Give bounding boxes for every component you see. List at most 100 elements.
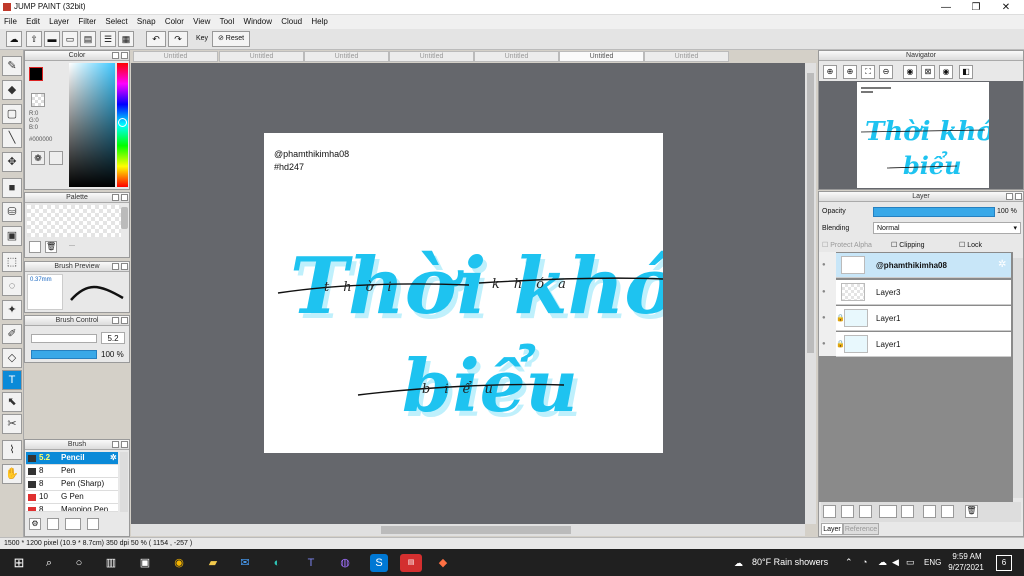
new-raster-layer-icon[interactable] <box>841 505 854 518</box>
menu-filter[interactable]: Filter <box>74 15 99 26</box>
panel-float-icon[interactable] <box>1006 193 1013 200</box>
panel-close-icon[interactable] <box>121 441 128 448</box>
navigator-preview-area[interactable]: Thời khóa biểu <box>819 81 1023 189</box>
brush-tool-icon[interactable]: ✎ <box>2 56 22 76</box>
jump-paint-taskbar-icon[interactable]: ▤ <box>400 554 422 572</box>
panel-close-icon[interactable] <box>121 263 128 270</box>
layer-row-layer1-a[interactable]: 🔒 Layer1 <box>836 306 1011 331</box>
brush-item-pen-sharp[interactable]: 8 Pen (Sharp) <box>26 478 118 491</box>
undo-icon[interactable]: ↶ <box>146 31 166 47</box>
folder-icon[interactable] <box>901 505 914 518</box>
tab-untitled-7[interactable]: Untitled <box>644 51 729 62</box>
brush-item-pen[interactable]: 8 Pen <box>26 465 118 478</box>
navigator-thumbnail[interactable]: Thời khóa biểu <box>857 82 1011 188</box>
redo-icon[interactable]: ↷ <box>168 31 188 47</box>
bucket-tool-icon[interactable]: ⛁ <box>2 202 22 222</box>
chat-icon[interactable]: ▬ <box>44 31 60 47</box>
menu-select[interactable]: Select <box>101 15 130 26</box>
operation-tool-icon[interactable]: ⬉ <box>2 392 22 412</box>
onedrive-icon[interactable]: ☁ <box>878 557 887 568</box>
search-icon[interactable]: ⌕ <box>40 554 58 572</box>
cloud-icon[interactable]: ☁ <box>6 31 22 47</box>
magic-wand-icon[interactable]: ✦ <box>2 300 22 320</box>
flip-icon[interactable]: ◧ <box>959 65 973 79</box>
panel-close-icon[interactable] <box>121 317 128 324</box>
lasso-icon[interactable]: ◌ <box>2 276 22 296</box>
drawing-canvas[interactable]: @phamthikimha08 #hd247 Thời khóa Thời kh… <box>264 133 663 453</box>
zoom-icon[interactable]: ⊕ <box>823 65 837 79</box>
weather-text[interactable]: 80°F Rain showers <box>752 557 828 567</box>
fill-rect-tool-icon[interactable]: ■ <box>2 178 22 198</box>
eye-icon[interactable]: ● <box>822 289 826 295</box>
brush-item-mapping-pen[interactable]: 8 Mapping Pen <box>26 504 118 512</box>
reset-button[interactable]: ⊘ Reset <box>212 31 250 47</box>
messenger-icon[interactable]: ◍ <box>336 554 354 572</box>
palette-swatches[interactable] <box>27 205 121 237</box>
clock-date[interactable]: 9/27/2021 <box>946 563 986 572</box>
edge-icon[interactable]: ◐ <box>268 554 286 572</box>
select-rect-icon[interactable]: ⬚ <box>2 252 22 272</box>
store-icon[interactable]: ▣ <box>136 554 154 572</box>
foreground-color-swatch[interactable] <box>29 67 43 81</box>
network-icon[interactable]: ◔ <box>862 557 867 567</box>
battery-icon[interactable]: ▭ <box>906 557 915 568</box>
menu-tool[interactable]: Tool <box>216 15 238 26</box>
new-layer-icon[interactable] <box>823 505 836 518</box>
file-explorer-icon[interactable]: ▰ <box>204 554 222 572</box>
palette-scrollbar[interactable] <box>121 207 128 229</box>
gear-icon[interactable]: ✲ <box>110 452 117 464</box>
new-palette-icon[interactable] <box>29 241 41 253</box>
panel-close-icon[interactable] <box>1015 193 1022 200</box>
brush-size-value[interactable]: 5.2 <box>101 332 125 344</box>
clock-time[interactable]: 9:59 AM <box>952 552 982 561</box>
tray-chevron-icon[interactable]: ⌃ <box>845 557 853 568</box>
menu-layer[interactable]: Layer <box>45 15 72 26</box>
zoom-in-icon[interactable]: ⊕ <box>843 65 857 79</box>
color-wheel-icon[interactable]: ❁ <box>31 151 45 165</box>
brush-item-pencil[interactable]: 5.2 Pencil ✲ <box>26 452 118 465</box>
eye-icon[interactable]: ● <box>822 341 826 347</box>
close-button[interactable]: ✕ <box>990 0 1022 15</box>
clipping-checkbox[interactable]: ☐ Clipping <box>891 241 925 249</box>
rect-tool-icon[interactable]: ▢ <box>2 104 22 124</box>
menu-cloud[interactable]: Cloud <box>277 15 305 26</box>
copy-layer-icon[interactable] <box>859 505 872 518</box>
chrome-icon[interactable]: ◉ <box>170 554 188 572</box>
mail-icon[interactable]: ✉ <box>236 554 254 572</box>
eye-icon[interactable]: ● <box>822 262 826 268</box>
trash-icon[interactable]: 🗑 <box>965 505 978 518</box>
menu-edit[interactable]: Edit <box>22 15 43 26</box>
vertical-scroll-thumb[interactable] <box>807 73 814 353</box>
list-icon[interactable]: ☰ <box>100 31 116 47</box>
brush-item-g-pen[interactable]: 10 G Pen <box>26 491 118 504</box>
tab-untitled-2[interactable]: Untitled <box>219 51 304 62</box>
panel-float-icon[interactable] <box>112 441 119 448</box>
panel-close-icon[interactable] <box>121 52 128 59</box>
tab-untitled-3[interactable]: Untitled <box>304 51 389 62</box>
panel-float-icon[interactable] <box>112 194 119 201</box>
menu-help[interactable]: Help <box>307 15 330 26</box>
hand-icon[interactable]: ✋ <box>2 464 22 484</box>
notification-badge[interactable]: 6 <box>996 555 1012 571</box>
tab-untitled-5[interactable]: Untitled <box>474 51 559 62</box>
layer-row-layer3[interactable]: Layer3 <box>836 280 1011 305</box>
brush-size-slider[interactable] <box>31 334 97 343</box>
vertical-scrollbar[interactable] <box>805 63 816 524</box>
merge-icon[interactable] <box>941 505 954 518</box>
comment-icon[interactable]: ▭ <box>62 31 78 47</box>
skype-icon[interactable]: S <box>370 554 388 572</box>
minimize-button[interactable]: — <box>930 0 962 15</box>
blending-select[interactable]: Normal ▾ <box>873 222 1021 234</box>
brush-menu-icon[interactable] <box>65 518 81 530</box>
panel-float-icon[interactable] <box>112 263 119 270</box>
brush-copy-icon[interactable] <box>87 518 99 530</box>
protect-alpha-checkbox[interactable]: ☐ Protect Alpha <box>822 241 872 249</box>
saturation-value-picker[interactable] <box>69 63 115 187</box>
tab-untitled-4[interactable]: Untitled <box>389 51 474 62</box>
new-brush-icon[interactable] <box>47 518 59 530</box>
maximize-button[interactable]: ❐ <box>960 0 992 15</box>
menu-color[interactable]: Color <box>161 15 187 26</box>
eye-icon[interactable]: ● <box>822 315 826 321</box>
upload-icon[interactable]: ⇧ <box>26 31 42 47</box>
swap-color-icon[interactable] <box>49 151 63 165</box>
